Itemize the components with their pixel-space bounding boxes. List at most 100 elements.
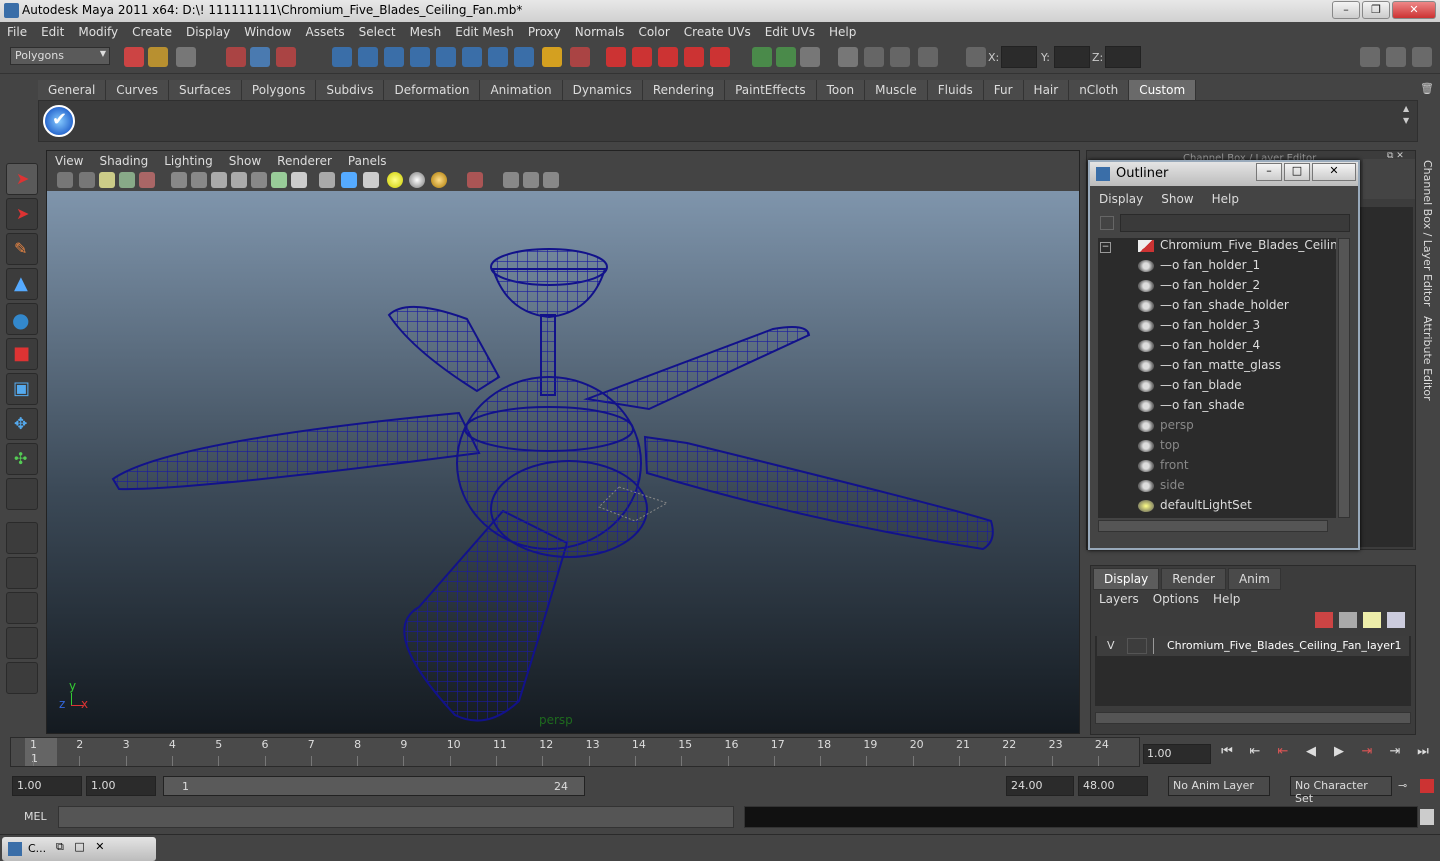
side-tab-attribute-editor[interactable]: Attribute Editor	[1421, 316, 1434, 401]
layer-visibility-toggle[interactable]: V	[1107, 639, 1115, 652]
shaded-box-icon[interactable]	[341, 172, 357, 188]
menu-window[interactable]: Window	[237, 22, 298, 42]
outliner-item-fan-blade[interactable]: —o fan_blade	[1138, 378, 1242, 398]
shelf-scroll-arrows[interactable]: ▲ ▼	[1403, 103, 1415, 139]
shelf-tab-rendering[interactable]: Rendering	[642, 80, 726, 100]
lighting-icon[interactable]	[271, 172, 287, 188]
sort-layer-icon[interactable]	[1339, 612, 1357, 628]
vp-menu-panels[interactable]: Panels	[340, 151, 395, 171]
attribute-editor-icon[interactable]	[1412, 47, 1432, 67]
bookmark-icon[interactable]	[99, 172, 115, 188]
menu-modify[interactable]: Modify	[71, 22, 125, 42]
menu-set-dropdown[interactable]: Polygons	[10, 47, 110, 65]
hypershade-layout-icon[interactable]	[6, 662, 38, 694]
all-lights-icon[interactable]	[409, 172, 425, 188]
safe-action-icon[interactable]	[543, 172, 559, 188]
resolution-gate-icon[interactable]	[523, 172, 539, 188]
shelf-collapse-handle[interactable]	[12, 80, 32, 142]
menu-create-uvs[interactable]: Create UVs	[677, 22, 758, 42]
menu-display[interactable]: Display	[179, 22, 237, 42]
select-tool-icon[interactable]: ➤	[6, 163, 38, 195]
render-view-icon[interactable]	[752, 47, 772, 67]
menu-mesh[interactable]: Mesh	[403, 22, 449, 42]
script-editor-icon[interactable]	[1420, 809, 1434, 825]
outliner-titlebar[interactable]: Outliner – □ ✕	[1090, 162, 1358, 186]
key-icon[interactable]: ⊸	[1398, 779, 1407, 792]
animation-end-field[interactable]: 48.00	[1078, 776, 1148, 796]
close-button[interactable]: ✕	[1392, 1, 1436, 19]
output-ops-icon[interactable]	[658, 47, 678, 67]
anim-prefs-icon[interactable]	[1420, 779, 1434, 793]
open-scene-icon[interactable]	[148, 47, 168, 67]
film-gate-icon[interactable]	[503, 172, 519, 188]
hud-icon[interactable]	[467, 172, 483, 188]
menu-assets[interactable]: Assets	[299, 22, 352, 42]
layer-menu-help[interactable]: Help	[1209, 590, 1244, 608]
layer-tab-render[interactable]: Render	[1161, 568, 1226, 590]
menu-help[interactable]: Help	[822, 22, 863, 42]
xray-icon[interactable]	[231, 172, 247, 188]
outliner-item-fan-holder-4[interactable]: —o fan_holder_4	[1138, 338, 1260, 358]
go-to-start-icon[interactable]: ⏮	[1216, 744, 1238, 764]
wire-on-shaded-icon[interactable]	[211, 172, 227, 188]
menu-color[interactable]: Color	[631, 22, 676, 42]
shelf-tab-animation[interactable]: Animation	[480, 80, 563, 100]
shelf-tab-general[interactable]: General	[38, 80, 107, 100]
transform-field-icon[interactable]	[966, 47, 986, 67]
new-scene-icon[interactable]	[124, 47, 144, 67]
render-settings-icon[interactable]	[800, 47, 820, 67]
universal-manip-icon[interactable]: ▣	[6, 373, 38, 405]
minimized-window-controls[interactable]: ⧉ □ ✕	[56, 840, 104, 854]
snap-point-icon[interactable]	[384, 47, 404, 67]
menu-normals[interactable]: Normals	[568, 22, 632, 42]
range-slider[interactable]: 1 24	[163, 776, 585, 796]
select-component-icon[interactable]	[276, 47, 296, 67]
shelf-tab-dynamics[interactable]: Dynamics	[562, 80, 643, 100]
last-tool-icon[interactable]	[6, 478, 38, 510]
menu-select[interactable]: Select	[352, 22, 403, 42]
animation-start-field[interactable]: 1.00	[12, 776, 82, 796]
outliner-menu-show[interactable]: Show	[1152, 190, 1202, 210]
outliner-item-fan-holder-1[interactable]: —o fan_holder_1	[1138, 258, 1260, 278]
shelf-tab-toon[interactable]: Toon	[816, 80, 866, 100]
grid-icon[interactable]	[139, 172, 155, 188]
shelf-tab-subdivs[interactable]: Subdivs	[316, 80, 385, 100]
render-globals-icon[interactable]	[890, 47, 910, 67]
input-ops-icon[interactable]	[632, 47, 652, 67]
outliner-menu-help[interactable]: Help	[1203, 190, 1248, 210]
vp-menu-view[interactable]: View	[47, 151, 91, 171]
x-field[interactable]	[1001, 46, 1037, 68]
shelf-tab-surfaces[interactable]: Surfaces	[168, 80, 242, 100]
new-layer-icon[interactable]	[1363, 612, 1381, 628]
default-light-icon[interactable]	[387, 172, 403, 188]
outliner-menu-display[interactable]: Display	[1090, 190, 1152, 210]
step-forward-key-icon[interactable]: ⇥	[1384, 744, 1406, 764]
snap-plane-icon[interactable]	[410, 47, 430, 67]
render-frame-icon[interactable]	[776, 47, 796, 67]
outliner-item-fan-shade-holder[interactable]: —o fan_shade_holder	[1138, 298, 1289, 318]
move-tool-icon[interactable]: ▲	[6, 268, 38, 300]
menu-edit-uvs[interactable]: Edit UVs	[758, 22, 822, 42]
layer-horizontal-scrollbar[interactable]	[1095, 712, 1411, 724]
vp-menu-show[interactable]: Show	[221, 151, 269, 171]
playback-start-field[interactable]: 1.00	[86, 776, 156, 796]
menu-file[interactable]: File	[0, 22, 34, 42]
play-backwards-icon[interactable]: ◀	[1300, 744, 1322, 764]
wireframe-icon[interactable]	[171, 172, 187, 188]
checkmark-shelf-icon[interactable]: ✔	[43, 105, 75, 137]
checker-icon[interactable]	[363, 172, 379, 188]
snap-grid-icon[interactable]	[332, 47, 352, 67]
outliner-item-fan-holder-3[interactable]: —o fan_holder_3	[1138, 318, 1260, 338]
hypershade-icon[interactable]	[838, 47, 858, 67]
show-manip-icon[interactable]: ✣	[6, 443, 38, 475]
step-back-key-icon[interactable]: ⇤	[1244, 744, 1266, 764]
collapse-toggle-icon[interactable]: −	[1100, 242, 1111, 253]
menu-create[interactable]: Create	[125, 22, 179, 42]
shelf-trash-icon[interactable]: 🗑	[1420, 82, 1434, 96]
menu-edit-mesh[interactable]: Edit Mesh	[448, 22, 521, 42]
lasso-tool-icon[interactable]: ➤	[6, 198, 38, 230]
make-live-icon[interactable]	[488, 47, 508, 67]
outliner-item-fan-holder-2[interactable]: —o fan_holder_2	[1138, 278, 1260, 298]
time-slider[interactable]: 1 1 2 3 4 5 6 7 8 9 10 11 12 13 14 15 16 17 18 19 20 21 22 23 2…	[10, 737, 1140, 767]
playback-end-field[interactable]: 24.00	[1006, 776, 1074, 796]
